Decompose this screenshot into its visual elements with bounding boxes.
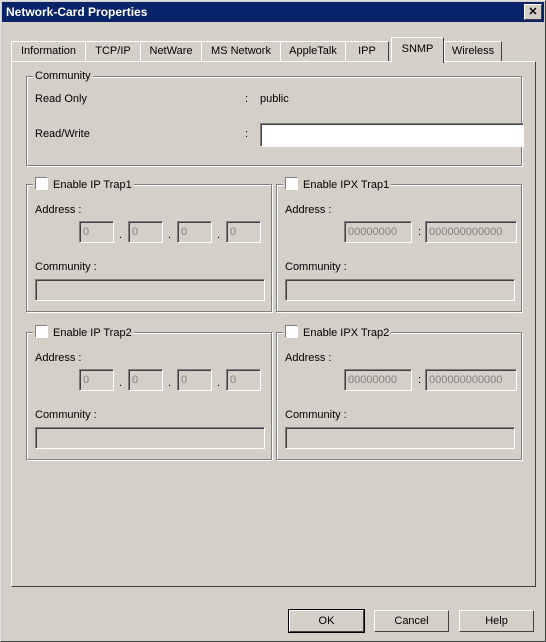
ip-trap1-group: Enable IP Trap1 Address : 0 . 0 . 0 . 0 … — [26, 177, 272, 312]
community-group: Community Read Only : public Read/Write … — [26, 69, 524, 166]
ipx-trap2-separator: : — [418, 374, 422, 386]
ipx-trap1-checkbox[interactable] — [285, 177, 298, 190]
ipx-trap2-node-field[interactable]: 000000000000 — [425, 369, 517, 391]
ipx-trap2-label: Enable IPX Trap2 — [303, 327, 390, 339]
ipx-trap1-community-label: Community : — [285, 261, 347, 273]
tab-snmp[interactable]: SNMP — [391, 37, 444, 63]
window-title: Network-Card Properties — [6, 5, 148, 19]
title-bar[interactable]: Network-Card Properties ✕ — [2, 2, 544, 22]
ip-trap1-octet-4[interactable]: 0 — [226, 221, 261, 243]
ip-trap1-label: Enable IP Trap1 — [53, 179, 132, 191]
ip-trap1-octet-3[interactable]: 0 — [177, 221, 212, 243]
ipx-trap2-network-field[interactable]: 00000000 — [344, 369, 412, 391]
ip-trap2-group: Enable IP Trap2 Address : 0 . 0 . 0 . 0 … — [26, 325, 272, 460]
ipx-trap2-legend: Enable IPX Trap2 — [283, 325, 392, 340]
ipx-trap2-community-input[interactable] — [285, 427, 515, 449]
tab-appletalk[interactable]: AppleTalk — [280, 41, 346, 62]
ipx-trap1-group: Enable IPX Trap1 Address : 00000000 : 00… — [276, 177, 522, 312]
tab-wireless[interactable]: Wireless — [444, 41, 502, 62]
ip-trap1-legend: Enable IP Trap1 — [33, 177, 134, 192]
ip-trap2-octet-3[interactable]: 0 — [177, 369, 212, 391]
ip-trap2-community-input[interactable] — [35, 427, 265, 449]
ip-trap1-dot: . — [168, 229, 172, 241]
ip-trap1-octet-1[interactable]: 0 — [79, 221, 114, 243]
tab-tcpip[interactable]: TCP/IP — [85, 41, 141, 62]
read-write-input[interactable] — [260, 123, 524, 147]
ipx-trap2-group: Enable IPX Trap2 Address : 00000000 : 00… — [276, 325, 522, 460]
ip-trap1-dot: . — [217, 229, 221, 241]
ip-trap2-community-label: Community : — [35, 409, 97, 421]
ipx-trap1-network-field[interactable]: 00000000 — [344, 221, 412, 243]
ipx-trap1-node-field[interactable]: 000000000000 — [425, 221, 517, 243]
ip-trap1-octet-2[interactable]: 0 — [128, 221, 163, 243]
ip-trap2-octet-2[interactable]: 0 — [128, 369, 163, 391]
snmp-tab-panel: Community Read Only : public Read/Write … — [11, 61, 536, 587]
ip-trap2-dot: . — [217, 377, 221, 389]
ipx-trap1-legend: Enable IPX Trap1 — [283, 177, 392, 192]
ipx-trap1-label: Enable IPX Trap1 — [303, 179, 390, 191]
read-only-separator: : — [245, 93, 249, 105]
tab-ipp[interactable]: IPP — [345, 41, 389, 62]
read-only-value: public — [260, 93, 289, 105]
ipx-trap2-address-label: Address : — [285, 352, 332, 364]
ipx-trap1-separator: : — [418, 226, 422, 238]
ipx-trap2-checkbox[interactable] — [285, 325, 298, 338]
help-button[interactable]: Help — [459, 610, 534, 632]
ipx-trap1-community-input[interactable] — [285, 279, 515, 301]
ip-trap1-checkbox[interactable] — [35, 177, 48, 190]
ip-trap1-community-label: Community : — [35, 261, 97, 273]
properties-dialog: Network-Card Properties ✕ Information TC… — [0, 0, 546, 642]
read-only-label: Read Only — [35, 93, 87, 105]
ok-button[interactable]: OK — [288, 609, 365, 633]
ipx-trap1-address-label: Address : — [285, 204, 332, 216]
tab-information[interactable]: Information — [11, 41, 86, 62]
ip-trap2-label: Enable IP Trap2 — [53, 327, 132, 339]
read-write-separator: : — [245, 128, 249, 140]
cancel-button[interactable]: Cancel — [374, 610, 449, 632]
ip-trap2-dot: . — [119, 377, 123, 389]
ip-trap2-checkbox[interactable] — [35, 325, 48, 338]
ip-trap2-octet-4[interactable]: 0 — [226, 369, 261, 391]
tab-netware[interactable]: NetWare — [140, 41, 202, 62]
tab-ms-network[interactable]: MS Network — [201, 41, 281, 62]
community-legend: Community — [33, 69, 93, 83]
ipx-trap2-community-label: Community : — [285, 409, 347, 421]
ip-trap2-octet-1[interactable]: 0 — [79, 369, 114, 391]
ip-trap1-community-input[interactable] — [35, 279, 265, 301]
ip-trap2-address-label: Address : — [35, 352, 82, 364]
read-write-label: Read/Write — [35, 128, 90, 140]
close-icon[interactable]: ✕ — [524, 4, 542, 20]
ip-trap2-dot: . — [168, 377, 172, 389]
ip-trap1-address-label: Address : — [35, 204, 82, 216]
ip-trap1-dot: . — [119, 229, 123, 241]
ip-trap2-legend: Enable IP Trap2 — [33, 325, 134, 340]
